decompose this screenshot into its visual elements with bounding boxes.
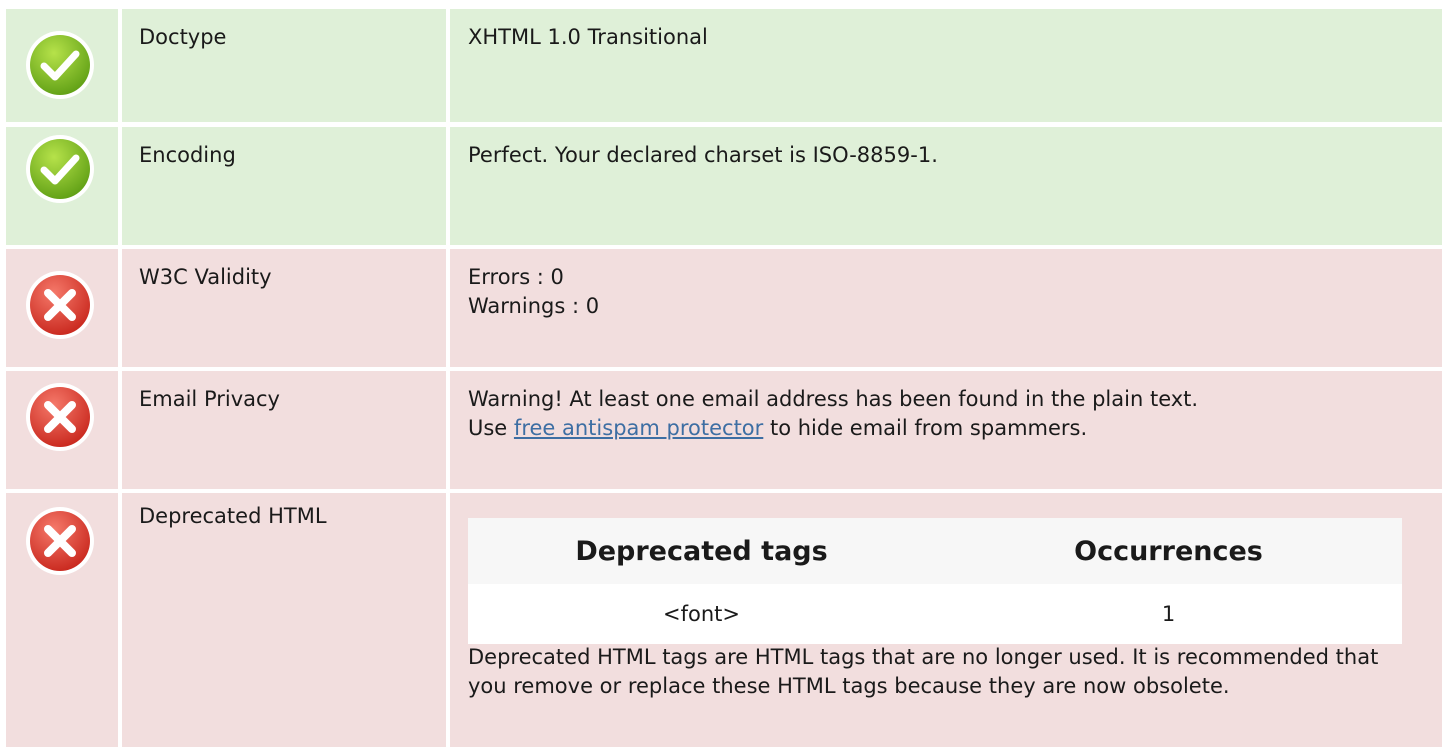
row-deprecated-html: Deprecated HTML Deprecated tags Occurren… [6, 493, 1442, 747]
deprecated-tag-cell: <font> [663, 602, 740, 626]
warnings-count: Warnings : 0 [468, 294, 600, 318]
email-hint-suffix: to hide email from spammers. [763, 416, 1088, 440]
x-circle-icon [26, 383, 94, 451]
antispam-protector-link[interactable]: free antispam protector [514, 416, 763, 440]
check-label: Doctype [139, 25, 227, 49]
email-warning-text: Warning! At least one email address has … [468, 387, 1199, 411]
occurrence-count-cell: 1 [1161, 602, 1176, 626]
errors-count: Errors : 0 [468, 265, 564, 289]
table-row: <font> 1 [468, 584, 1402, 644]
row-encoding: Encoding Perfect. Your declared charset … [6, 127, 1442, 245]
check-value: Perfect. Your declared charset is ISO-88… [468, 143, 938, 167]
table-header: Deprecated tags Occurrences [468, 518, 1402, 584]
column-header-occurrences: Occurrences [1074, 535, 1263, 567]
check-label: Email Privacy [139, 387, 280, 411]
row-doctype: Doctype XHTML 1.0 Transitional [6, 9, 1442, 122]
check-circle-icon [26, 135, 94, 203]
check-value: XHTML 1.0 Transitional [468, 25, 708, 49]
row-email-privacy: Email Privacy Warning! At least one emai… [6, 371, 1442, 489]
email-hint-prefix: Use [468, 416, 514, 440]
check-circle-icon [26, 31, 94, 99]
check-label: Deprecated HTML [139, 504, 327, 528]
deprecated-description: Deprecated HTML tags are HTML tags that … [468, 645, 1379, 698]
x-circle-icon [26, 271, 94, 339]
row-w3c-validity: W3C Validity Errors : 0 Warnings : 0 [6, 249, 1442, 367]
column-header-tags: Deprecated tags [575, 535, 828, 567]
x-circle-icon [26, 507, 94, 575]
check-label: W3C Validity [139, 265, 272, 289]
check-label: Encoding [139, 143, 236, 167]
deprecated-tags-table: Deprecated tags Occurrences <font> 1 [468, 518, 1402, 644]
